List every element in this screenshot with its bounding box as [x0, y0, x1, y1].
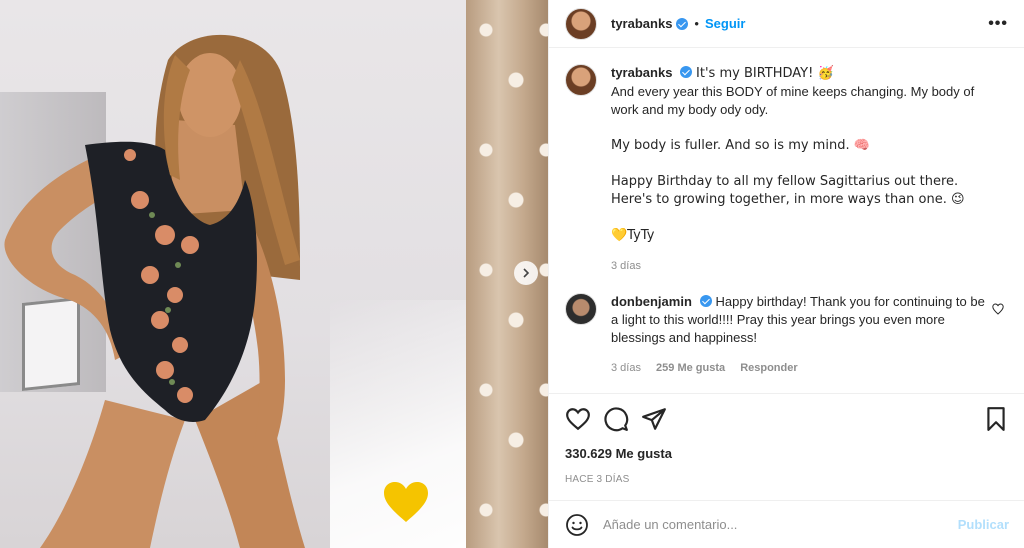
- caption-meta: 3 días: [611, 257, 991, 275]
- smiley-icon[interactable]: [565, 513, 589, 537]
- verified-badge-icon: [699, 295, 712, 307]
- comment-time[interactable]: 3 días: [611, 362, 641, 374]
- carousel-next-button[interactable]: [514, 261, 538, 285]
- author-username[interactable]: tyrabanks: [611, 16, 672, 31]
- comment-likes[interactable]: 259 Me gusta: [656, 362, 725, 374]
- commenter-username[interactable]: donbenjamin: [611, 294, 692, 309]
- add-comment-bar: Publicar: [549, 500, 1024, 548]
- chevron-right-icon: [523, 268, 530, 278]
- paper-plane-icon[interactable]: [641, 406, 667, 432]
- post-header: tyrabanks • Seguir •••: [549, 0, 1024, 48]
- verified-badge-icon: [680, 66, 693, 78]
- yellow-heart-sticker-icon: [384, 482, 428, 522]
- bookmark-icon[interactable]: [983, 406, 1009, 432]
- caption-avatar[interactable]: [565, 64, 597, 96]
- comment-body: donbenjamin Happy birthday! Thank you fo…: [611, 293, 991, 377]
- caption-line-1: It's my BIRTHDAY! 🥳: [696, 66, 834, 81]
- reply-button[interactable]: Responder: [740, 362, 797, 374]
- comment-input[interactable]: [603, 517, 958, 532]
- comment-item: donbenjamin Happy birthday! Thank you fo…: [565, 293, 1008, 377]
- photo-person: [4, 34, 305, 548]
- action-bar: [565, 394, 1009, 444]
- caption-line-4: Happy Birthday to all my fellow Sagittar…: [611, 174, 965, 207]
- caption: tyrabanks It's my BIRTHDAY! 🥳 And every …: [565, 64, 1008, 275]
- follow-button[interactable]: Seguir: [705, 16, 745, 31]
- caption-gap: [611, 155, 991, 173]
- caption-time[interactable]: 3 días: [611, 260, 641, 272]
- separator-dot: •: [694, 16, 699, 31]
- caption-username[interactable]: tyrabanks: [611, 65, 672, 80]
- post-side-panel: tyrabanks • Seguir ••• tyrabanks It's my…: [548, 0, 1024, 548]
- caption-line-2: And every year this BODY of mine keeps c…: [611, 84, 975, 117]
- caption-line-3: My body is fuller. And so is my mind. 🧠: [611, 138, 870, 153]
- likes-count[interactable]: 330.629 Me gusta: [565, 446, 1009, 461]
- author-avatar[interactable]: [565, 7, 597, 40]
- post-actions-section: 330.629 Me gusta HACE 3 DÍAS: [549, 393, 1024, 485]
- caption-body: tyrabanks It's my BIRTHDAY! 🥳 And every …: [611, 64, 991, 275]
- comment-like-heart-icon[interactable]: [992, 303, 1004, 315]
- post-photo[interactable]: [0, 0, 548, 548]
- comments-list[interactable]: tyrabanks It's my BIRTHDAY! 🥳 And every …: [549, 48, 1024, 393]
- verified-badge-icon: [676, 17, 689, 30]
- caption-gap: [611, 119, 991, 137]
- more-options-icon[interactable]: •••: [988, 15, 1008, 33]
- commenter-avatar[interactable]: [565, 293, 597, 325]
- caption-gap: [611, 209, 991, 227]
- comment-meta: 3 días 259 Me gusta Responder: [611, 359, 991, 377]
- caption-line-5: 💛TyTy: [611, 228, 655, 243]
- post-timestamp[interactable]: HACE 3 DÍAS: [565, 474, 1009, 485]
- heart-outline-icon[interactable]: [565, 406, 591, 432]
- publish-button[interactable]: Publicar: [958, 517, 1009, 532]
- speech-bubble-icon[interactable]: [603, 406, 629, 432]
